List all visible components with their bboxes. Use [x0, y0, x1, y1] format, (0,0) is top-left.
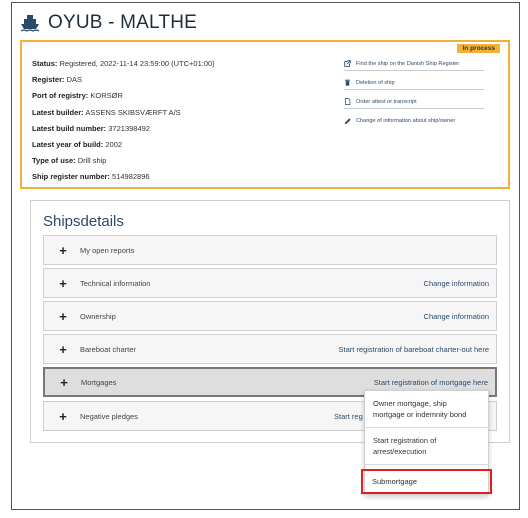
deletion-of-ship-link[interactable]: Deletion of ship	[344, 76, 484, 90]
status-badge: In process	[457, 44, 500, 53]
external-link-icon	[344, 60, 351, 67]
ship-actions: Find the ship on the Danish Ship Registe…	[344, 57, 484, 133]
plus-icon: +	[59, 341, 67, 357]
page-header: OYUB - MALTHE	[20, 12, 197, 34]
plus-icon: +	[59, 242, 67, 258]
shipsdetails-title: Shipsdetails	[43, 213, 124, 230]
trash-icon	[345, 79, 350, 86]
menu-item-owner-mortgage[interactable]: Owner mortgage, ship mortgage or indemni…	[365, 391, 488, 428]
section-bareboat-charter[interactable]: + Bareboat charter Start registration of…	[43, 334, 497, 364]
plus-icon: +	[59, 275, 67, 291]
info-build-number: Latest build number: 3721398492	[32, 123, 150, 133]
plus-icon: +	[60, 374, 68, 390]
info-year-of-build: Latest year of build: 2002	[32, 140, 123, 150]
info-type-of-use: Type of use: Drill ship	[32, 156, 107, 166]
find-ship-link[interactable]: Find the ship on the Danish Ship Registe…	[344, 57, 484, 71]
section-my-open-reports[interactable]: + My open reports	[43, 235, 497, 265]
ship-info-list: Status: Registered, 2022-11-14 23:59:00 …	[32, 56, 215, 186]
section-technical-information[interactable]: + Technical information Change informati…	[43, 268, 497, 298]
section-ownership[interactable]: + Ownership Change information	[43, 301, 497, 331]
ship-icon	[20, 15, 40, 32]
plus-icon: +	[59, 408, 67, 424]
negative-pledges-registration-link[interactable]: Start reg	[334, 412, 363, 421]
plus-icon: +	[59, 308, 67, 324]
page-title: OYUB - MALTHE	[48, 12, 197, 33]
mortgage-registration-link[interactable]: Start registration of mortgage here	[374, 378, 488, 387]
info-register-number: Ship register number: 514982896	[32, 172, 150, 182]
menu-item-arrest-execution[interactable]: Start registration of arrest/execution	[365, 428, 488, 465]
info-status: Status: Registered, 2022-11-14 23:59:00 …	[32, 59, 215, 68]
pencil-icon	[344, 117, 351, 124]
ship-status-box: In process Status: Registered, 2022-11-1…	[20, 40, 510, 189]
menu-item-submortgage[interactable]: Submortgage	[361, 469, 492, 494]
document-icon	[345, 98, 351, 105]
mortgage-dropdown-menu: Owner mortgage, ship mortgage or indemni…	[361, 390, 492, 495]
ownership-change-information-link[interactable]: Change information	[424, 312, 489, 321]
bareboat-registration-link[interactable]: Start registration of bareboat charter-o…	[339, 345, 490, 354]
order-attest-link[interactable]: Order attest or transcript	[344, 95, 484, 109]
change-information-link[interactable]: Change of information about ship/owner	[344, 114, 484, 128]
info-port-of-registry: Port of registry: KORSØR	[32, 91, 123, 101]
technical-change-information-link[interactable]: Change information	[424, 279, 489, 288]
info-register: Register: DAS	[32, 75, 83, 85]
info-latest-builder: Latest builder: ASSENS SKIBSVÆRFT A/S	[32, 107, 181, 117]
